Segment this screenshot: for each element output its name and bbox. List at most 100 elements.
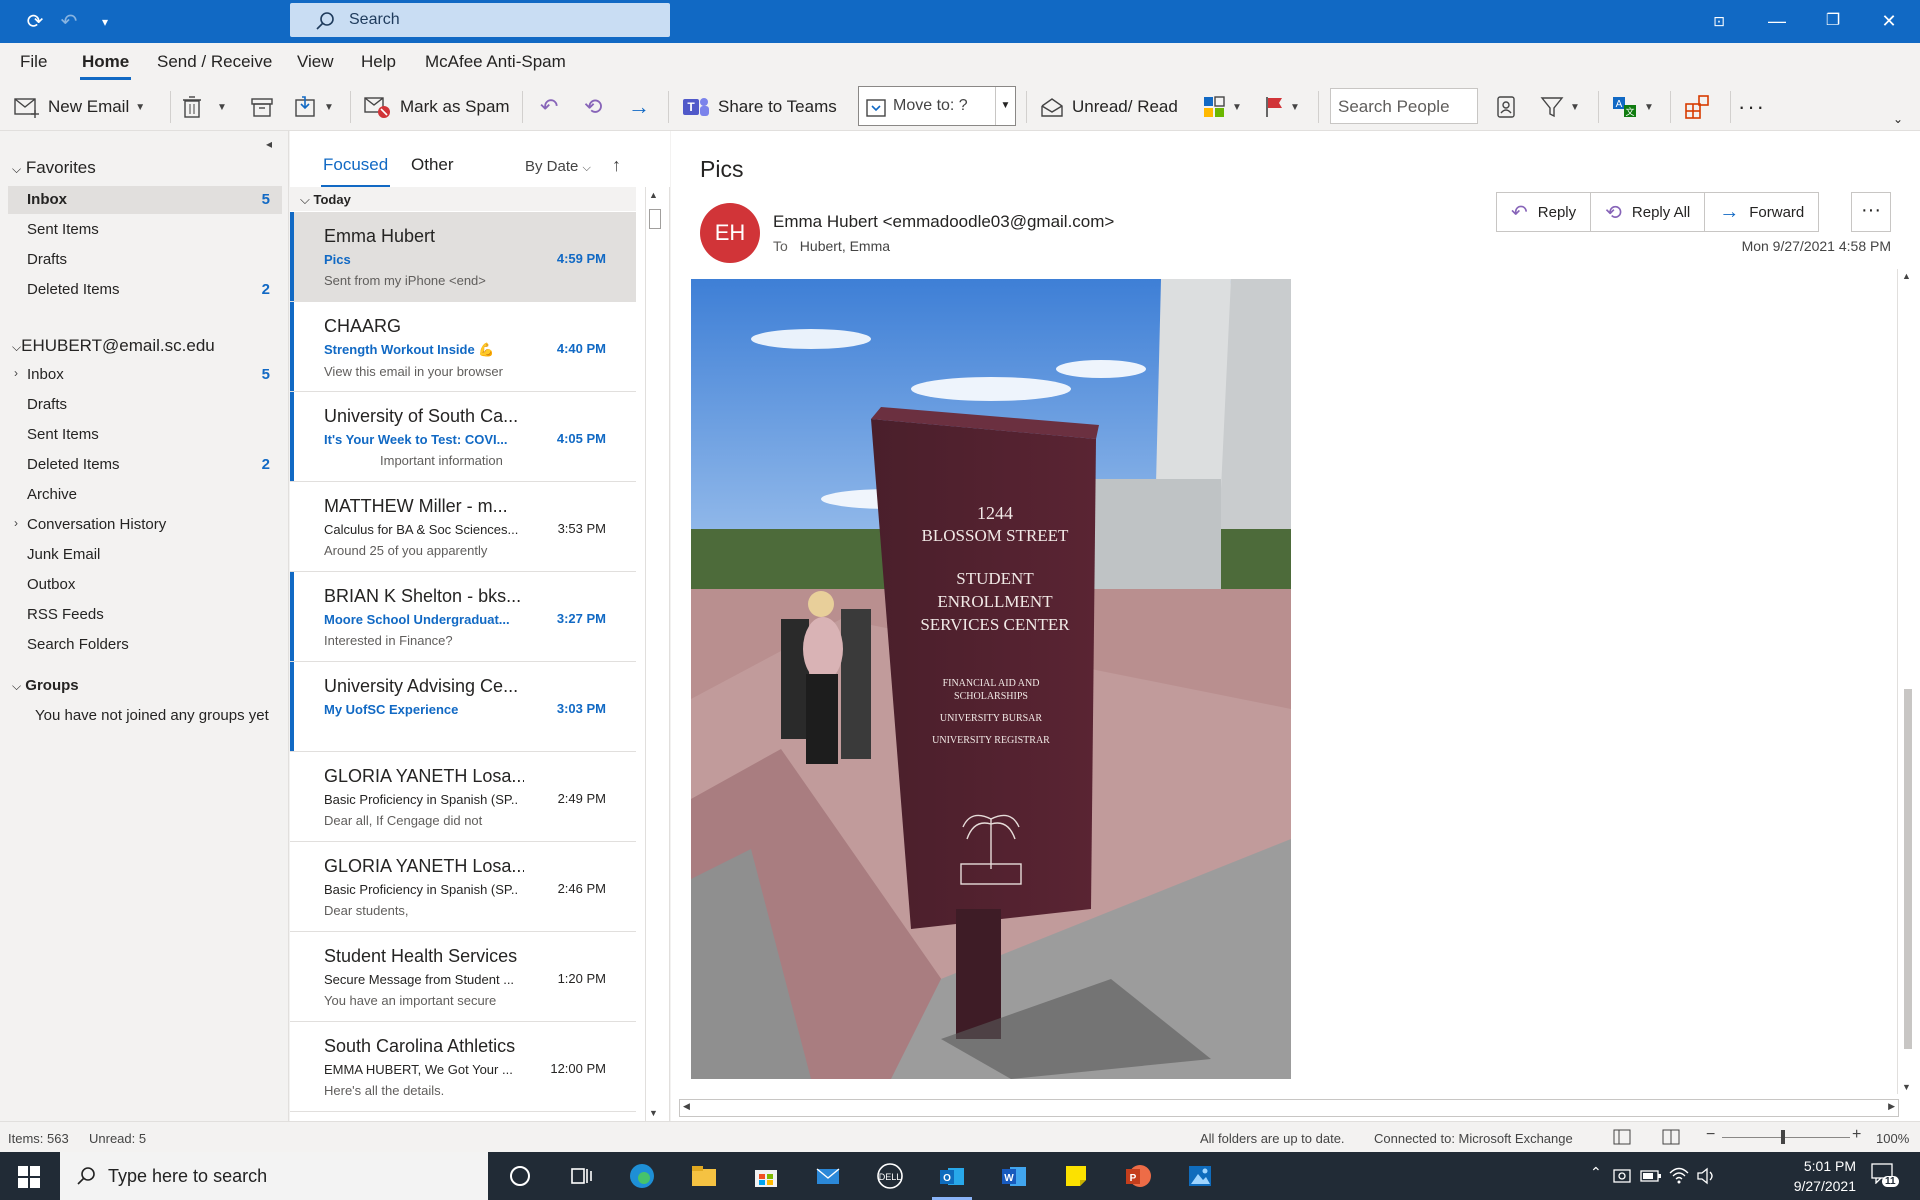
zoom-slider[interactable] bbox=[1722, 1137, 1850, 1138]
list-item[interactable]: MATTHEW Miller - m... Calculus for BA & … bbox=[290, 482, 636, 572]
reading-pane-scrollbar[interactable]: ▲ ▼ bbox=[1897, 269, 1917, 1094]
tab-file[interactable]: File bbox=[20, 52, 47, 72]
follow-up-button[interactable]: ▼ bbox=[1264, 91, 1300, 123]
folder-inbox[interactable]: › Inbox 5 bbox=[8, 361, 282, 389]
zoom-level[interactable]: 100% bbox=[1876, 1131, 1909, 1146]
zoom-in-icon[interactable]: + bbox=[1852, 1126, 1861, 1144]
reply-all-button[interactable]: ⟲ Reply All bbox=[1591, 193, 1706, 231]
microsoft-store-icon[interactable] bbox=[750, 1160, 782, 1192]
folder-drafts[interactable]: Drafts bbox=[8, 391, 282, 419]
cortana-icon[interactable] bbox=[504, 1160, 536, 1192]
unread-read-button[interactable]: Unread/ Read bbox=[1040, 91, 1178, 123]
folder-deleted-items[interactable]: Deleted Items 2 bbox=[8, 451, 282, 479]
address-book-button[interactable] bbox=[1496, 91, 1516, 123]
reading-view-icon[interactable] bbox=[1662, 1129, 1680, 1145]
list-item[interactable]: GLORIA YANETH Losa... Basic Proficiency … bbox=[290, 752, 636, 842]
edge-icon[interactable] bbox=[626, 1160, 658, 1192]
folder-outbox[interactable]: Outbox bbox=[8, 571, 282, 599]
more-commands-button[interactable]: ··· bbox=[1738, 91, 1766, 123]
chevron-right-icon[interactable]: › bbox=[14, 366, 18, 380]
filter-email-button[interactable]: ▼ bbox=[1540, 91, 1580, 123]
chevron-down-icon[interactable]: ▼ bbox=[1644, 102, 1654, 113]
tab-focused[interactable]: Focused bbox=[320, 155, 391, 187]
list-item[interactable]: Student Health Services Secure Message f… bbox=[290, 932, 636, 1022]
folder-favorites-sent-items[interactable]: Sent Items bbox=[8, 216, 282, 244]
mark-as-spam-button[interactable]: Mark as Spam bbox=[364, 91, 510, 123]
dell-icon[interactable]: DELL bbox=[874, 1160, 906, 1192]
new-email-button[interactable]: New Email ▼ bbox=[14, 91, 145, 123]
photos-icon[interactable] bbox=[1184, 1160, 1216, 1192]
groups-header[interactable]: ⌵ Groups bbox=[12, 677, 79, 694]
system-clock[interactable]: 5:01 PM 9/27/2021 bbox=[1766, 1156, 1856, 1196]
share-to-teams-button[interactable]: T Share to Teams bbox=[682, 91, 837, 123]
folder-sent-items[interactable]: Sent Items bbox=[8, 421, 282, 449]
scroll-up-icon[interactable]: ▲ bbox=[1902, 271, 1911, 281]
chevron-down-icon[interactable]: ▼ bbox=[1570, 102, 1580, 113]
get-add-ins-button[interactable] bbox=[1684, 91, 1710, 123]
outlook-icon[interactable]: O bbox=[936, 1160, 968, 1192]
more-actions-button[interactable]: ··· bbox=[1851, 192, 1891, 232]
reply-button[interactable]: ↶ bbox=[540, 91, 558, 123]
scroll-down-icon[interactable]: ▼ bbox=[649, 1108, 658, 1118]
scrollbar-thumb[interactable] bbox=[649, 209, 661, 229]
volume-icon[interactable] bbox=[1696, 1166, 1718, 1186]
minimize-button[interactable]: — bbox=[1760, 6, 1794, 36]
tab-help[interactable]: Help bbox=[361, 52, 396, 72]
sort-direction-icon[interactable]: ↑ bbox=[612, 155, 621, 176]
list-item[interactable]: South Carolina Athletics EMMA HUBERT, We… bbox=[290, 1022, 636, 1112]
scrollbar-thumb[interactable] bbox=[1904, 689, 1912, 1049]
scroll-right-icon[interactable]: ▶ bbox=[1888, 1101, 1895, 1112]
tab-mcafee-anti-spam[interactable]: McAfee Anti-Spam bbox=[425, 52, 566, 72]
folder-favorites-inbox[interactable]: Inbox 5 bbox=[8, 186, 282, 214]
chevron-down-icon[interactable]: ▼ bbox=[1232, 102, 1242, 113]
chevron-right-icon[interactable]: › bbox=[14, 516, 18, 530]
list-item[interactable]: BRIAN K Shelton - bks... Moore School Un… bbox=[290, 572, 636, 662]
list-item[interactable]: Emma Hubert Pics Sent from my iPhone <en… bbox=[290, 212, 636, 302]
list-item[interactable]: CHAARG Strength Workout Inside 💪 View th… bbox=[290, 302, 636, 392]
attached-photo[interactable]: 1244 BLOSSOM STREET STUDENT ENROLLMENT S… bbox=[691, 279, 1291, 1079]
tab-home[interactable]: Home bbox=[79, 52, 132, 80]
folder-conversation-history[interactable]: › Conversation History bbox=[8, 511, 282, 539]
taskbar-search-box[interactable]: Type here to search bbox=[60, 1152, 488, 1200]
close-button[interactable]: ✕ bbox=[1872, 6, 1906, 36]
list-item[interactable]: GLORIA YANETH Losa... Basic Proficiency … bbox=[290, 842, 636, 932]
translate-button[interactable]: A文 ▼ bbox=[1612, 91, 1654, 123]
task-view-icon[interactable] bbox=[565, 1160, 597, 1192]
sort-by-date[interactable]: By Date ⌵ bbox=[525, 158, 591, 175]
chevron-down-icon[interactable]: ▼ bbox=[135, 102, 145, 113]
sender-address[interactable]: Emma Hubert <emmadoodle03@gmail.com> bbox=[773, 212, 1114, 232]
sync-icon[interactable]: ⟳ bbox=[22, 10, 48, 34]
group-header-today[interactable]: ⌵ Today bbox=[290, 187, 636, 211]
security-icon[interactable] bbox=[1612, 1166, 1632, 1186]
sticky-notes-icon[interactable] bbox=[1060, 1160, 1092, 1192]
collapse-folder-pane-icon[interactable]: ◂ bbox=[266, 137, 272, 151]
folder-search-folders[interactable]: Search Folders bbox=[8, 631, 282, 659]
powerpoint-icon[interactable]: P bbox=[1122, 1160, 1154, 1192]
scroll-up-icon[interactable]: ▲ bbox=[649, 190, 658, 200]
list-item[interactable]: University of South Ca... It's Your Week… bbox=[290, 392, 636, 482]
forward-button[interactable]: → Forward bbox=[1705, 193, 1818, 231]
battery-icon[interactable] bbox=[1640, 1167, 1662, 1185]
file-explorer-icon[interactable] bbox=[688, 1160, 720, 1192]
account-header[interactable]: ⌵EHUBERT@email.sc.edu bbox=[12, 336, 215, 356]
horizontal-scrollbar[interactable]: ◀ ▶ bbox=[679, 1099, 1899, 1117]
forward-button[interactable]: → bbox=[628, 91, 650, 123]
search-people-input[interactable]: Search People bbox=[1330, 88, 1478, 124]
folder-rss-feeds[interactable]: RSS Feeds bbox=[8, 601, 282, 629]
normal-view-icon[interactable] bbox=[1613, 1129, 1631, 1145]
avatar[interactable]: EH bbox=[700, 203, 760, 263]
windows-start-icon[interactable] bbox=[18, 1166, 40, 1188]
tab-send-receive[interactable]: Send / Receive bbox=[157, 52, 272, 72]
coming-soon-icon[interactable]: ⊡ bbox=[1702, 6, 1736, 36]
show-hidden-icons-icon[interactable]: ⌃ bbox=[1590, 1164, 1602, 1181]
categorize-button[interactable]: ▼ bbox=[1202, 91, 1242, 123]
delete-button[interactable]: ▼ bbox=[181, 91, 227, 123]
zoom-slider-thumb[interactable] bbox=[1781, 1130, 1785, 1144]
move-to-quickstep[interactable]: Move to: ? ▼ bbox=[858, 86, 1016, 126]
restore-button[interactable]: ❐ bbox=[1816, 6, 1850, 36]
zoom-out-icon[interactable]: − bbox=[1706, 1126, 1715, 1144]
scroll-left-icon[interactable]: ◀ bbox=[683, 1101, 690, 1112]
mail-app-icon[interactable] bbox=[812, 1160, 844, 1192]
folder-junk-email[interactable]: Junk Email bbox=[8, 541, 282, 569]
favorites-header[interactable]: ⌵ Favorites bbox=[12, 158, 96, 178]
